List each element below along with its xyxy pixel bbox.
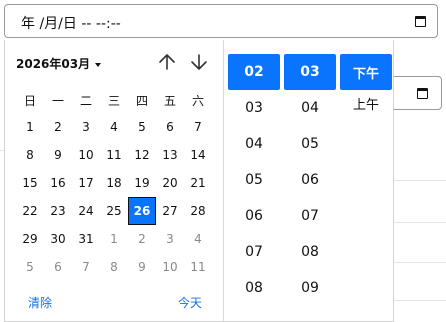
- hour-option[interactable]: 08: [228, 270, 280, 306]
- day-cell[interactable]: 9: [44, 141, 72, 169]
- arrow-up-icon[interactable]: [156, 51, 178, 73]
- day-cell[interactable]: 28: [184, 197, 212, 225]
- day-cell[interactable]: 7: [184, 113, 212, 141]
- minute-option[interactable]: 06: [284, 162, 336, 198]
- background-divider: [392, 180, 446, 181]
- weekday-label: 六: [191, 94, 204, 108]
- day-cell[interactable]: 8: [16, 141, 44, 169]
- hour-option-selected[interactable]: 02: [228, 54, 280, 90]
- caret-down-icon: [95, 62, 102, 67]
- day-cell[interactable]: 1: [16, 113, 44, 141]
- arrow-down-icon[interactable]: [188, 51, 210, 73]
- clear-button[interactable]: 清除: [28, 294, 52, 311]
- day-cell-other-month[interactable]: 9: [128, 253, 156, 281]
- day-cell[interactable]: 25: [100, 197, 128, 225]
- minute-option[interactable]: 04: [284, 90, 336, 126]
- weekday-label: 日: [23, 94, 36, 108]
- day-cell[interactable]: 24: [72, 197, 100, 225]
- hour-option[interactable]: 07: [228, 234, 280, 270]
- day-cell[interactable]: 13: [156, 141, 184, 169]
- datetime-input[interactable]: 年 /月/日 -- --:--: [4, 4, 438, 38]
- day-cell[interactable]: 23: [44, 197, 72, 225]
- day-cell[interactable]: 22: [16, 197, 44, 225]
- day-cell[interactable]: 29: [16, 225, 44, 253]
- day-cell-other-month[interactable]: 4: [184, 225, 212, 253]
- day-cell[interactable]: 6: [156, 113, 184, 141]
- month-year-selector[interactable]: 2026年03月: [16, 55, 102, 72]
- day-cell-other-month[interactable]: 1: [100, 225, 128, 253]
- day-cell[interactable]: 17: [72, 169, 100, 197]
- ampm-option-selected[interactable]: 下午: [340, 54, 392, 90]
- calendar-icon[interactable]: [417, 88, 428, 99]
- hour-option[interactable]: 05: [228, 162, 280, 198]
- day-cell[interactable]: 20: [156, 169, 184, 197]
- day-cell[interactable]: 27: [156, 197, 184, 225]
- day-cell-other-month[interactable]: 5: [16, 253, 44, 281]
- day-cell[interactable]: 14: [184, 141, 212, 169]
- hour-option[interactable]: 06: [228, 198, 280, 234]
- day-cell-other-month[interactable]: 3: [156, 225, 184, 253]
- datetime-picker-popup: 2026年03月 日一二三四五六 1 2 3 4 5 6 7 8 9 10 11 12 13 14 15 16…: [4, 40, 394, 322]
- day-cell[interactable]: 2: [44, 113, 72, 141]
- month-year-label: 2026年03月: [16, 57, 91, 71]
- day-cell-other-month[interactable]: 8: [100, 253, 128, 281]
- calendar-icon[interactable]: [415, 16, 426, 27]
- day-cell[interactable]: 16: [44, 169, 72, 197]
- panel-divider: [223, 40, 224, 322]
- datetime-input-value[interactable]: 年 /月/日 -- --:--: [21, 13, 121, 33]
- day-cell[interactable]: 10: [72, 141, 100, 169]
- minute-option[interactable]: 08: [284, 234, 336, 270]
- minute-option-selected[interactable]: 03: [284, 54, 336, 90]
- minute-column: 03 04 05 06 07 08 09: [284, 54, 336, 306]
- weekday-label: 四: [135, 94, 148, 108]
- weekday-header: 日一二三四五六: [16, 92, 212, 109]
- day-cell-other-month[interactable]: 11: [184, 253, 212, 281]
- day-cell[interactable]: 11: [100, 141, 128, 169]
- hour-option[interactable]: 04: [228, 126, 280, 162]
- ampm-option[interactable]: 上午: [340, 90, 392, 116]
- background-divider: [392, 222, 446, 223]
- day-cell[interactable]: 21: [184, 169, 212, 197]
- day-cell-selected[interactable]: 26: [128, 197, 156, 225]
- day-cell[interactable]: 4: [100, 113, 128, 141]
- day-cell[interactable]: 18: [100, 169, 128, 197]
- minute-option[interactable]: 05: [284, 126, 336, 162]
- day-cell[interactable]: 3: [72, 113, 100, 141]
- weekday-label: 五: [163, 94, 176, 108]
- day-cell[interactable]: 30: [44, 225, 72, 253]
- day-cell[interactable]: 15: [16, 169, 44, 197]
- day-cell[interactable]: 12: [128, 141, 156, 169]
- hour-column: 02 03 04 05 06 07 08: [228, 54, 280, 306]
- minute-option[interactable]: 09: [284, 270, 336, 306]
- day-cell-other-month[interactable]: 10: [156, 253, 184, 281]
- ampm-column: 下午 上午: [340, 54, 392, 116]
- weekday-label: 二: [79, 94, 92, 108]
- day-cell[interactable]: 19: [128, 169, 156, 197]
- day-cell-other-month[interactable]: 7: [72, 253, 100, 281]
- day-cell[interactable]: 5: [128, 113, 156, 141]
- day-grid: 1 2 3 4 5 6 7 8 9 10 11 12 13 14 15 16 17 18 19 20 21 22 23 24 2…: [16, 113, 212, 281]
- weekday-label: 一: [51, 94, 64, 108]
- background-divider: [392, 300, 446, 301]
- weekday-label: 三: [107, 94, 120, 108]
- day-cell[interactable]: 31: [72, 225, 100, 253]
- minute-option[interactable]: 07: [284, 198, 336, 234]
- background-divider: [392, 262, 446, 263]
- hour-option[interactable]: 03: [228, 90, 280, 126]
- today-button[interactable]: 今天: [178, 294, 202, 311]
- day-cell-other-month[interactable]: 2: [128, 225, 156, 253]
- day-cell-other-month[interactable]: 6: [44, 253, 72, 281]
